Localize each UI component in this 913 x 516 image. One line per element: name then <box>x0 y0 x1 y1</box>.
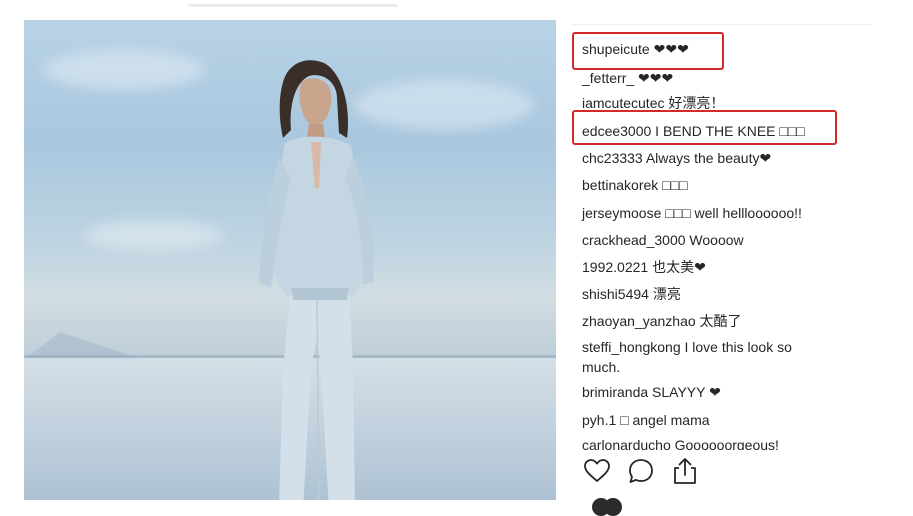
comment-username[interactable]: carlonarducho <box>582 437 671 450</box>
comment: carlonarducho Goooooorgeous! <box>582 435 862 450</box>
comment: jerseymoose □□□ well hellloooooo!! <box>582 203 862 223</box>
comment-text: 漂亮 <box>648 286 681 302</box>
highlight-box-edcee3000-comment <box>572 110 837 145</box>
comment-username[interactable]: iamcutecutec <box>582 95 664 111</box>
comments-panel[interactable]: shupeicute ❤❤❤ _fetterr_ ❤❤❤ iamcutecute… <box>572 24 872 450</box>
comment-username[interactable]: shishi5494 <box>582 286 649 302</box>
speech-bubble-icon <box>629 459 653 483</box>
share-icon <box>674 458 696 484</box>
comment-username[interactable]: zhaoyan_yanzhao <box>582 313 696 329</box>
comment: bettinakorek □□□ <box>582 175 862 195</box>
comment: brimiranda SLAYYY ❤ <box>582 382 862 402</box>
comment-text: □ angel mama <box>616 412 710 428</box>
comment-text: SLAYYY ❤ <box>648 384 721 400</box>
comment-text: Woooow <box>685 232 744 248</box>
comment-username[interactable]: brimiranda <box>582 384 648 400</box>
comment-text: Goooooorgeous! <box>670 437 779 450</box>
comment-username[interactable]: jerseymoose <box>582 205 661 221</box>
comment: _fetterr_ ❤❤❤ <box>582 68 862 88</box>
comment-text: ❤❤❤ <box>634 70 674 86</box>
model-figure <box>259 60 374 500</box>
comment: shishi5494 漂亮 <box>582 284 862 304</box>
like-button[interactable] <box>582 456 612 486</box>
comment-text: □□□ <box>658 177 688 193</box>
liker-avatars[interactable] <box>588 496 638 516</box>
top-divider <box>188 4 398 7</box>
comment: chc23333 Always the beauty❤ <box>582 148 862 168</box>
comment-text: 也太美❤ <box>648 259 706 275</box>
heart-icon <box>584 459 610 482</box>
comment-text: 好漂亮！ <box>664 95 725 111</box>
distant-hill <box>24 332 144 360</box>
comment: crackhead_3000 Woooow <box>582 230 862 250</box>
comment-username[interactable]: bettinakorek <box>582 177 658 193</box>
post-actions <box>580 456 720 490</box>
comment-username[interactable]: pyh.1 <box>582 412 616 428</box>
comment: zhaoyan_yanzhao 太酷了 <box>582 311 862 331</box>
comment-text: Always the beauty❤ <box>642 150 772 166</box>
share-button[interactable] <box>670 456 700 486</box>
comment: 1992.0221 也太美❤ <box>582 257 862 277</box>
highlight-box-first-comment <box>572 32 724 70</box>
comment-username[interactable]: crackhead_3000 <box>582 232 686 248</box>
comment-username[interactable]: 1992.0221 <box>582 259 648 275</box>
comment-username[interactable]: chc23333 <box>582 150 643 166</box>
comment-username[interactable]: _fetterr_ <box>582 70 634 86</box>
comment-button[interactable] <box>626 456 656 486</box>
post-photo[interactable] <box>24 20 556 500</box>
avatar <box>604 498 622 516</box>
comment-text: □□□ well hellloooooo!! <box>661 205 802 221</box>
comment: steffi_hongkong I love this look so much… <box>582 337 832 377</box>
comment: pyh.1 □ angel mama <box>582 410 862 430</box>
sky-cloud <box>44 50 204 90</box>
comment-text: 太酷了 <box>695 313 742 329</box>
sky-cloud <box>84 220 224 250</box>
comment-username[interactable]: steffi_hongkong <box>582 339 681 355</box>
